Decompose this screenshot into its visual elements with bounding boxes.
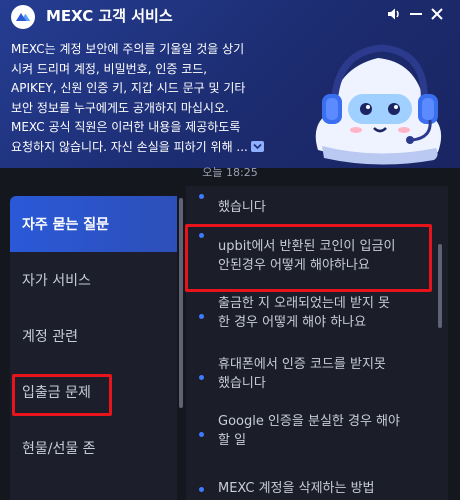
faq-item[interactable]: 휴대폰에서 인증 코드를 받지못 했습니다 [186,355,426,393]
notice-line: 시켜 드리며 계정, 비밀번호, 인증 코드, [11,61,208,76]
sidebar-item-self-service[interactable]: 자가 서비스 [10,252,177,308]
faq-category-sidebar: 자주 묻는 질문 자가 서비스 계정 관련 입출금 문제 현물/선물 존 [10,196,177,500]
bullet-icon [199,487,204,492]
faq-item[interactable]: 했습니다 [186,194,426,217]
bullet-icon [199,194,204,199]
mexc-logo-icon [11,5,35,29]
faq-item-text: 할 일 [218,433,247,448]
faq-item-text: 출금한 지 오래되었는데 받지 못 [218,296,391,311]
sidebar-item-label: 자주 묻는 질문 [22,217,110,233]
sidebar-item-label: 자가 서비스 [22,273,91,289]
faq-item[interactable]: MEXC 계정을 삭제하는 방법 [186,479,426,498]
security-notice: MEXC는 계정 보안에 주의를 기울일 것을 상기 시켜 드리며 계정, 비밀… [11,40,279,157]
notice-line: 보안 정보를 누구에게도 공개하지 마십시오. [11,100,229,115]
faq-item[interactable]: Google 인증을 분실한 경우 해야 할 일 [186,412,426,450]
bullet-icon [199,314,204,319]
sidebar-item-label: 현물/선물 존 [22,441,96,457]
header-banner: MEXC 고객 서비스 MEXC는 계정 보안에 주의를 기울일 것을 상기 시… [0,0,460,168]
chat-timestamp: 오늘 18:25 [202,166,258,179]
faq-item-text: 했습니다 [218,376,266,391]
sidebar-item-faq[interactable]: 자주 묻는 질문 [10,196,177,252]
sidebar-scrollbar[interactable] [179,198,183,408]
highlight-box-faq-item [185,224,432,292]
highlight-box-sidebar-item [12,374,112,416]
minimize-icon[interactable] [406,4,426,24]
bullet-icon [199,375,204,380]
speaker-icon[interactable] [384,4,404,24]
faq-item-text: 했습니다 [218,200,266,215]
notice-line: MEXC는 계정 보안에 주의를 기울일 것을 상기 [11,42,245,56]
faq-item-text: MEXC 계정을 삭제하는 방법 [218,481,375,496]
sidebar-item-spot-futures[interactable]: 현물/선물 존 [10,420,177,476]
faq-scrollbar[interactable] [438,244,442,328]
faq-item-text: 휴대폰에서 인증 코드를 받지못 [218,357,386,372]
faq-item-text: Google 인증을 분실한 경우 해야 [218,414,400,429]
faq-item[interactable]: 출금한 지 오래되었는데 받지 못 한 경우 어떻게 해야 하나요 [186,294,426,332]
sidebar-item-account[interactable]: 계정 관련 [10,308,177,364]
faq-item-text: 한 경우 어떻게 해야 하나요 [218,315,367,330]
expand-more-icon[interactable] [250,139,264,152]
bullet-icon [199,432,204,437]
notice-line: MEXC 공식 직원은 이러한 내용을 제공하도록 [11,120,241,134]
sidebar-item-label: 계정 관련 [22,329,78,345]
close-icon[interactable] [427,4,447,24]
app-title: MEXC 고객 서비스 [46,7,173,25]
mascot-illustration [296,28,460,168]
notice-line: APIKEY, 신원 인증 키, 지갑 시드 문구 및 기타 [11,81,246,95]
notice-line: 요청하지 않습니다. 자신 손실을 피하기 위해 ... [11,139,248,154]
